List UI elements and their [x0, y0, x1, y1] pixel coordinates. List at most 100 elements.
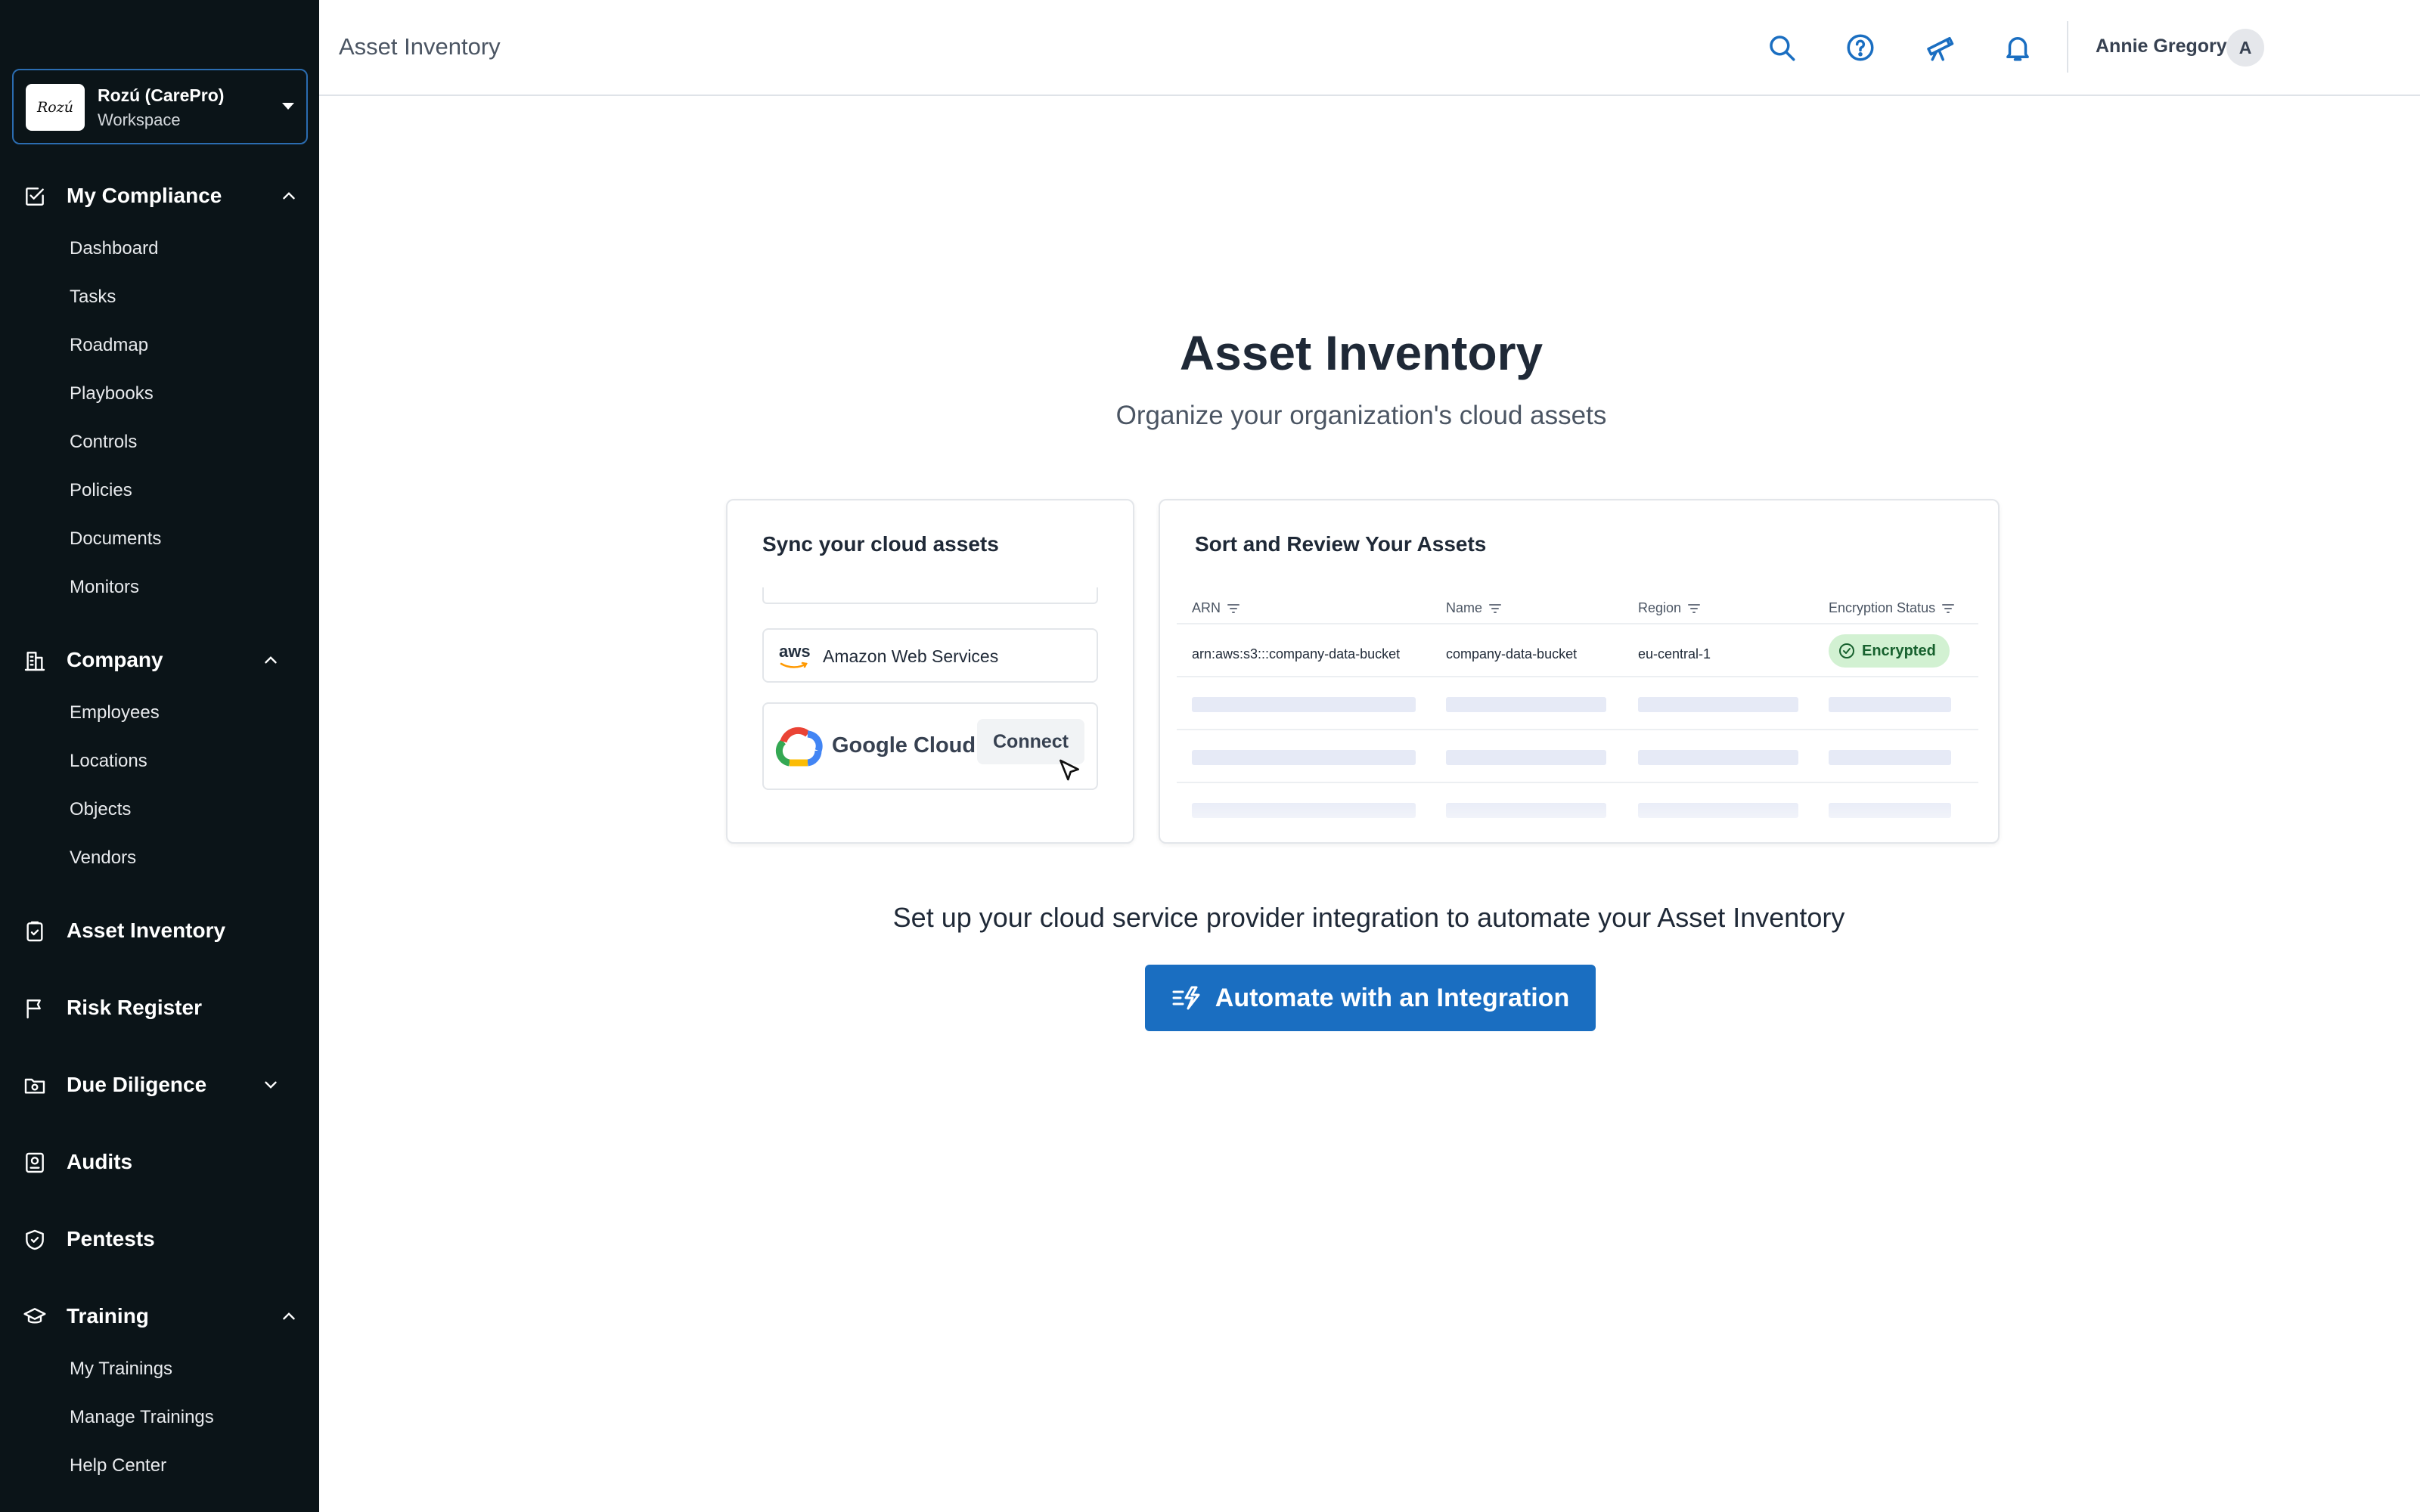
check-circle-icon	[1839, 643, 1854, 658]
top-header: Asset Inventory Annie Gregory A	[319, 0, 2420, 96]
bell-icon[interactable]	[2002, 32, 2034, 64]
sidebar-section-label: My Compliance	[67, 184, 222, 207]
sidebar-item-dashboard[interactable]: Dashboard	[70, 238, 158, 259]
help-icon[interactable]	[1844, 32, 1876, 64]
folder-icon	[24, 1078, 45, 1094]
sidebar: Rozú Rozú (CarePro) Workspace My Complia…	[0, 0, 319, 1512]
sidebar-section-my-compliance[interactable]: My Compliance	[0, 174, 319, 216]
chevron-up-icon	[265, 656, 277, 664]
google-cloud-logo	[775, 727, 823, 767]
sidebar-section-audits[interactable]: Audits	[0, 1140, 319, 1182]
sidebar-item-documents[interactable]: Documents	[70, 528, 161, 550]
provider-aws[interactable]: aws Amazon Web Services	[762, 628, 1098, 683]
sidebar-section-label: Pentests	[67, 1227, 155, 1250]
column-header-region[interactable]: Region	[1638, 600, 1701, 616]
skeleton-cell	[1638, 750, 1798, 765]
cta-description: Set up your cloud service provider integ…	[892, 902, 1845, 933]
skeleton-cell	[1446, 697, 1606, 712]
provider-name: Amazon Web Services	[823, 646, 999, 666]
provider-google-cloud[interactable]: Google Cloud Connect	[762, 702, 1098, 790]
sidebar-item-help-center[interactable]: Help Center	[70, 1455, 166, 1476]
skeleton-cell	[1446, 750, 1606, 765]
flag-icon	[26, 999, 41, 1019]
page-subtitle: Organize your organization's cloud asset…	[1115, 401, 1607, 430]
sidebar-section-due-diligence[interactable]: Due Diligence	[0, 1063, 319, 1105]
sidebar-item-my-trainings[interactable]: My Trainings	[70, 1359, 172, 1380]
aws-logo: aws	[779, 642, 811, 661]
building-icon	[24, 652, 45, 671]
sidebar-section-pentests[interactable]: Pentests	[0, 1217, 319, 1259]
chevron-up-icon	[283, 1312, 295, 1320]
card-title: Sync your cloud assets	[762, 532, 999, 556]
card-fade	[1160, 797, 1998, 842]
sidebar-section-label: Company	[67, 648, 163, 671]
column-header-arn[interactable]: ARN	[1192, 600, 1240, 616]
column-header-name[interactable]: Name	[1446, 600, 1502, 616]
sidebar-item-controls[interactable]: Controls	[70, 432, 137, 453]
checkbox-icon	[26, 187, 44, 206]
card-title: Sort and Review Your Assets	[1195, 532, 1487, 556]
sidebar-section-label: Risk Register	[67, 996, 202, 1019]
sidebar-section-risk-register[interactable]: Risk Register	[0, 986, 319, 1028]
cell-region: eu-central-1	[1638, 646, 1711, 662]
clipboard-icon	[26, 921, 43, 942]
page-title: Asset Inventory	[1179, 326, 1544, 380]
sidebar-section-training[interactable]: Training	[0, 1294, 319, 1337]
workspace-switcher[interactable]: Rozú Rozú (CarePro) Workspace	[12, 69, 308, 144]
skeleton-cell	[1829, 750, 1951, 765]
cursor-pointer-icon	[1060, 759, 1079, 781]
sidebar-section-label: Asset Inventory	[67, 919, 226, 942]
sidebar-item-employees[interactable]: Employees	[70, 702, 160, 723]
filter-icon[interactable]	[1687, 603, 1701, 614]
page-breadcrumb-title: Asset Inventory	[339, 33, 501, 60]
table-divider	[1177, 676, 1978, 677]
chevron-up-icon	[283, 192, 295, 200]
sidebar-item-policies[interactable]: Policies	[70, 480, 132, 501]
aws-smile-icon	[780, 662, 808, 668]
sidebar-section-company[interactable]: Company	[0, 638, 319, 680]
provider-name: Google Cloud	[832, 733, 976, 758]
filter-icon[interactable]	[1941, 603, 1955, 614]
sync-cloud-assets-card: Sync your cloud assets aws Amazon Web Se…	[726, 499, 1134, 844]
skeleton-cell	[1829, 697, 1951, 712]
sidebar-section-label: Due Diligence	[67, 1073, 207, 1096]
audit-icon	[26, 1152, 44, 1173]
chevron-down-icon	[265, 1081, 277, 1089]
skeleton-cell	[1638, 697, 1798, 712]
workspace-name: Rozú (CarePro)	[98, 85, 225, 105]
sidebar-item-roadmap[interactable]: Roadmap	[70, 335, 148, 356]
telescope-icon[interactable]	[1923, 32, 1955, 64]
filter-icon[interactable]	[1488, 603, 1502, 614]
automate-integration-label: Automate with an Integration	[1215, 983, 1570, 1012]
sidebar-item-vendors[interactable]: Vendors	[70, 847, 136, 869]
sidebar-item-monitors[interactable]: Monitors	[70, 577, 139, 598]
caret-down-icon	[282, 103, 294, 110]
workspace-logo: Rozú	[26, 84, 85, 131]
filter-icon[interactable]	[1227, 603, 1240, 614]
sidebar-item-manage-trainings[interactable]: Manage Trainings	[70, 1407, 214, 1428]
graduation-cap-icon	[23, 1308, 46, 1324]
table-divider	[1177, 729, 1978, 730]
sidebar-item-tasks[interactable]: Tasks	[70, 287, 116, 308]
shield-icon	[26, 1229, 44, 1250]
sidebar-item-objects[interactable]: Objects	[70, 799, 131, 820]
provider-list-stub	[762, 587, 1098, 604]
table-divider	[1177, 782, 1978, 783]
status-badge: Encrypted	[1829, 634, 1950, 668]
cell-arn: arn:aws:s3:::company-data-bucket	[1192, 646, 1401, 662]
automation-bolt-icon	[1172, 986, 1200, 1010]
avatar[interactable]: A	[2226, 29, 2264, 67]
sort-review-assets-card: Sort and Review Your Assets ARN Name Reg…	[1159, 499, 2000, 844]
search-icon[interactable]	[1766, 32, 1798, 64]
skeleton-cell	[1192, 697, 1416, 712]
sidebar-item-playbooks[interactable]: Playbooks	[70, 383, 154, 404]
header-divider	[2067, 21, 2068, 73]
sidebar-item-locations[interactable]: Locations	[70, 751, 147, 772]
user-name[interactable]: Annie Gregory	[2096, 36, 2227, 57]
automate-integration-button[interactable]: Automate with an Integration	[1145, 965, 1596, 1031]
workspace-subtitle: Workspace	[98, 110, 181, 129]
column-header-encryption-status[interactable]: Encryption Status	[1829, 600, 1955, 616]
table-divider	[1177, 623, 1978, 624]
sidebar-section-asset-inventory[interactable]: Asset Inventory	[0, 909, 319, 951]
skeleton-cell	[1192, 750, 1416, 765]
